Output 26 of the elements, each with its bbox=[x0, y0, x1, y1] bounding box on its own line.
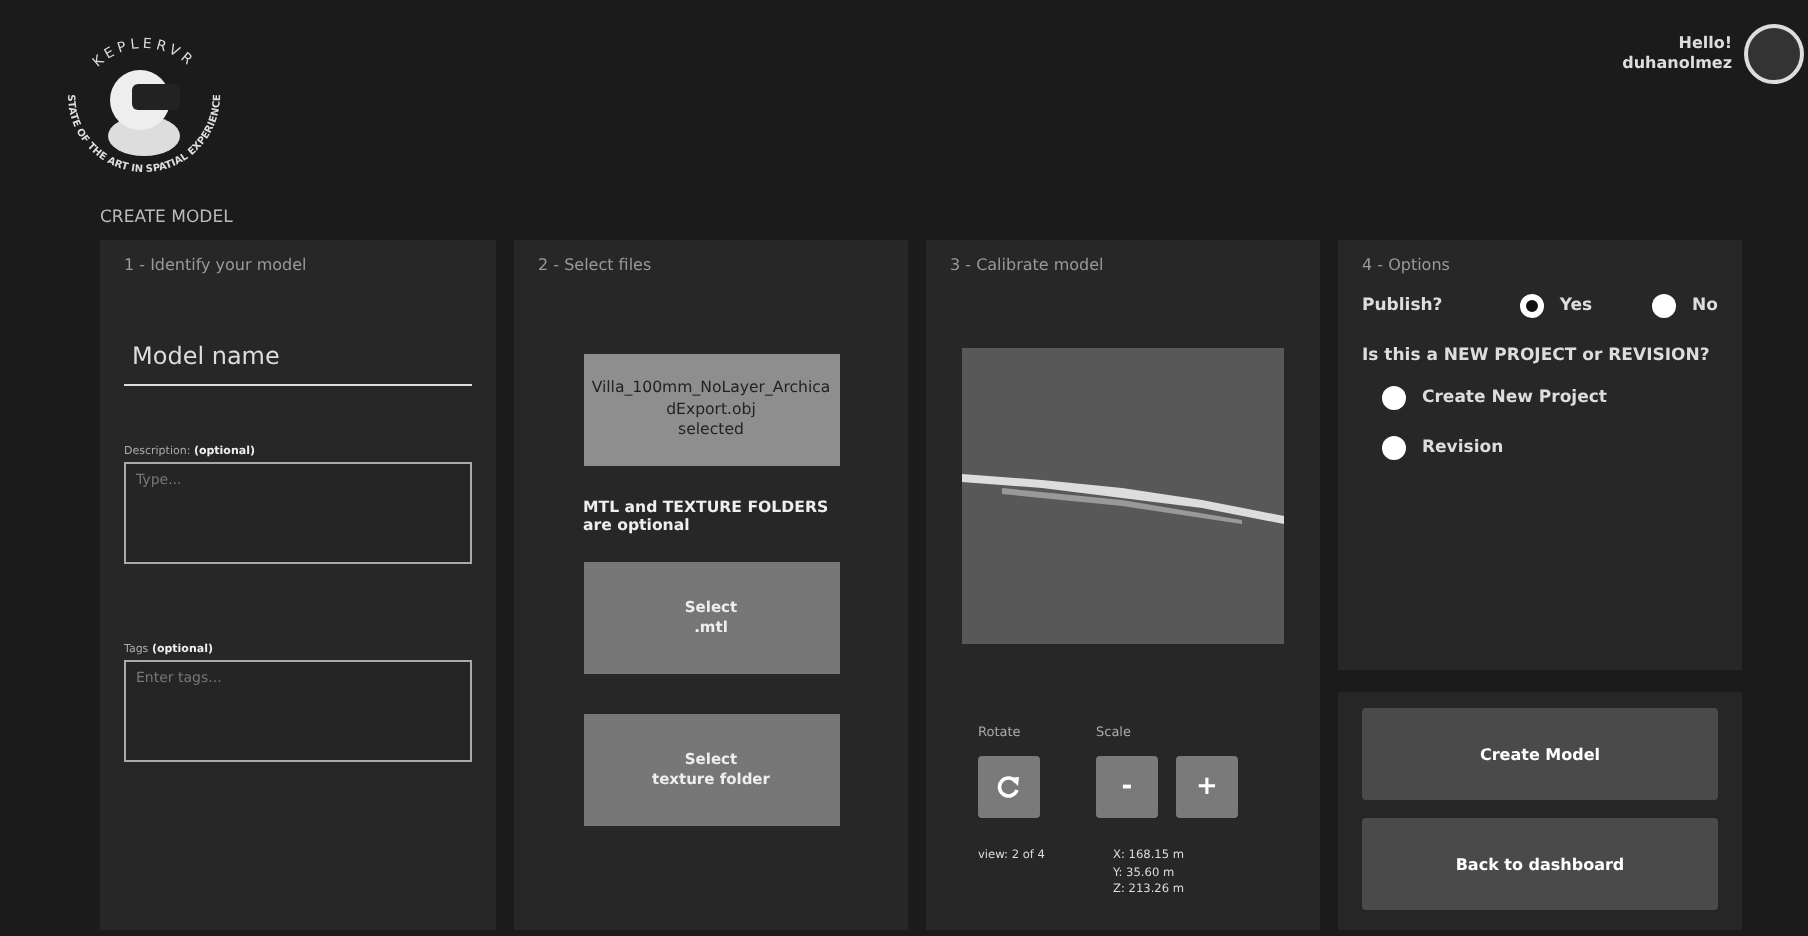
radio-label: Revision bbox=[1422, 438, 1504, 458]
page-title: CREATE MODEL bbox=[100, 208, 235, 232]
radio-label: No bbox=[1692, 296, 1718, 316]
radio-label: Yes bbox=[1559, 296, 1593, 316]
action-button[interactable]: Create Model bbox=[1362, 708, 1718, 800]
publish-label: Publish? bbox=[1362, 296, 1445, 316]
model-preview[interactable] bbox=[962, 348, 1284, 644]
rotate-icon bbox=[996, 774, 1022, 800]
panel-title: 4 - Options bbox=[1362, 256, 1452, 274]
scale-down-button[interactable]: - bbox=[1096, 756, 1158, 818]
project-question: Is this a NEW PROJECT or REVISION? bbox=[1362, 346, 1712, 366]
username-text: duhanolmez bbox=[1622, 54, 1732, 74]
radio-button[interactable] bbox=[1382, 386, 1406, 410]
greeting-text: Hello! bbox=[1676, 34, 1732, 54]
radio-button[interactable] bbox=[1652, 294, 1677, 318]
radio-button[interactable] bbox=[1382, 436, 1406, 460]
radio-button[interactable] bbox=[1519, 294, 1544, 318]
avatar-icon[interactable] bbox=[1744, 24, 1804, 84]
panel-title: 2 - Select files bbox=[538, 256, 654, 274]
panel-title: 1 - Identify your model bbox=[124, 256, 309, 274]
rotate-button[interactable] bbox=[978, 756, 1040, 818]
radio-label: Create New Project bbox=[1422, 388, 1607, 408]
model-name-field[interactable]: Model name bbox=[124, 334, 472, 386]
scale-up-button[interactable]: + bbox=[1176, 756, 1238, 818]
panel-title: 3 - Calibrate model bbox=[950, 256, 1106, 274]
action-button[interactable]: Back to dashboard bbox=[1362, 818, 1718, 910]
